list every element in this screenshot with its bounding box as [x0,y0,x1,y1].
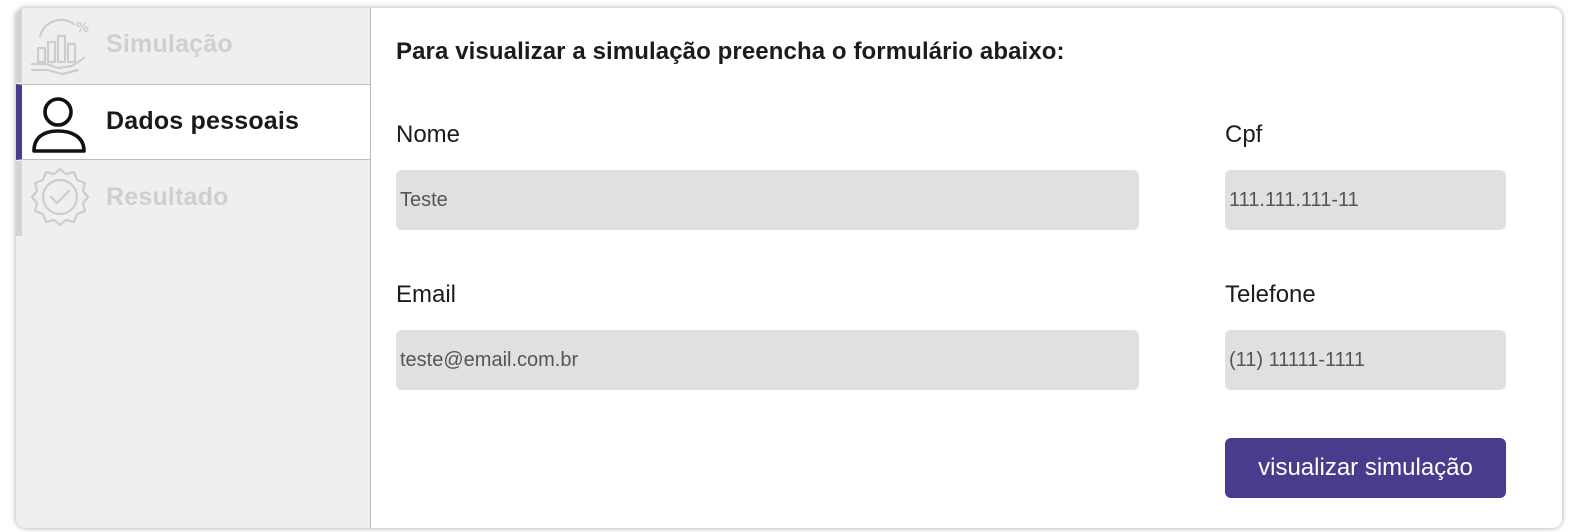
simulation-wizard-card: % Simulação Dados pessoais Resultado Par… [16,8,1562,528]
email-label: Email [396,281,457,308]
svg-text:%: % [76,21,89,36]
form-area: Para visualizar a simulação preencha o f… [396,8,1536,528]
step-label-resultado: Resultado [106,183,229,211]
user-icon [28,91,90,153]
form-heading: Para visualizar a simulação preencha o f… [396,38,1065,65]
cpf-label: Cpf [1225,121,1263,148]
chart-hand-icon: % [28,14,90,76]
nome-input[interactable] [396,170,1139,230]
step-simulacao[interactable]: % Simulação [16,8,370,83]
step-dados-pessoais[interactable]: Dados pessoais [16,84,370,160]
step-label-simulacao: Simulação [106,30,233,58]
steps-sidebar: % Simulação Dados pessoais Resultado [16,8,371,528]
telefone-label: Telefone [1225,281,1316,308]
step-label-dados-pessoais: Dados pessoais [106,107,300,135]
telefone-input[interactable] [1225,330,1506,390]
visualizar-simulacao-button[interactable]: visualizar simulação [1225,438,1506,498]
badge-check-icon [28,165,90,227]
email-input[interactable] [396,330,1139,390]
nome-label: Nome [396,121,461,148]
step-resultado[interactable]: Resultado [16,161,370,236]
cpf-input[interactable] [1225,170,1506,230]
